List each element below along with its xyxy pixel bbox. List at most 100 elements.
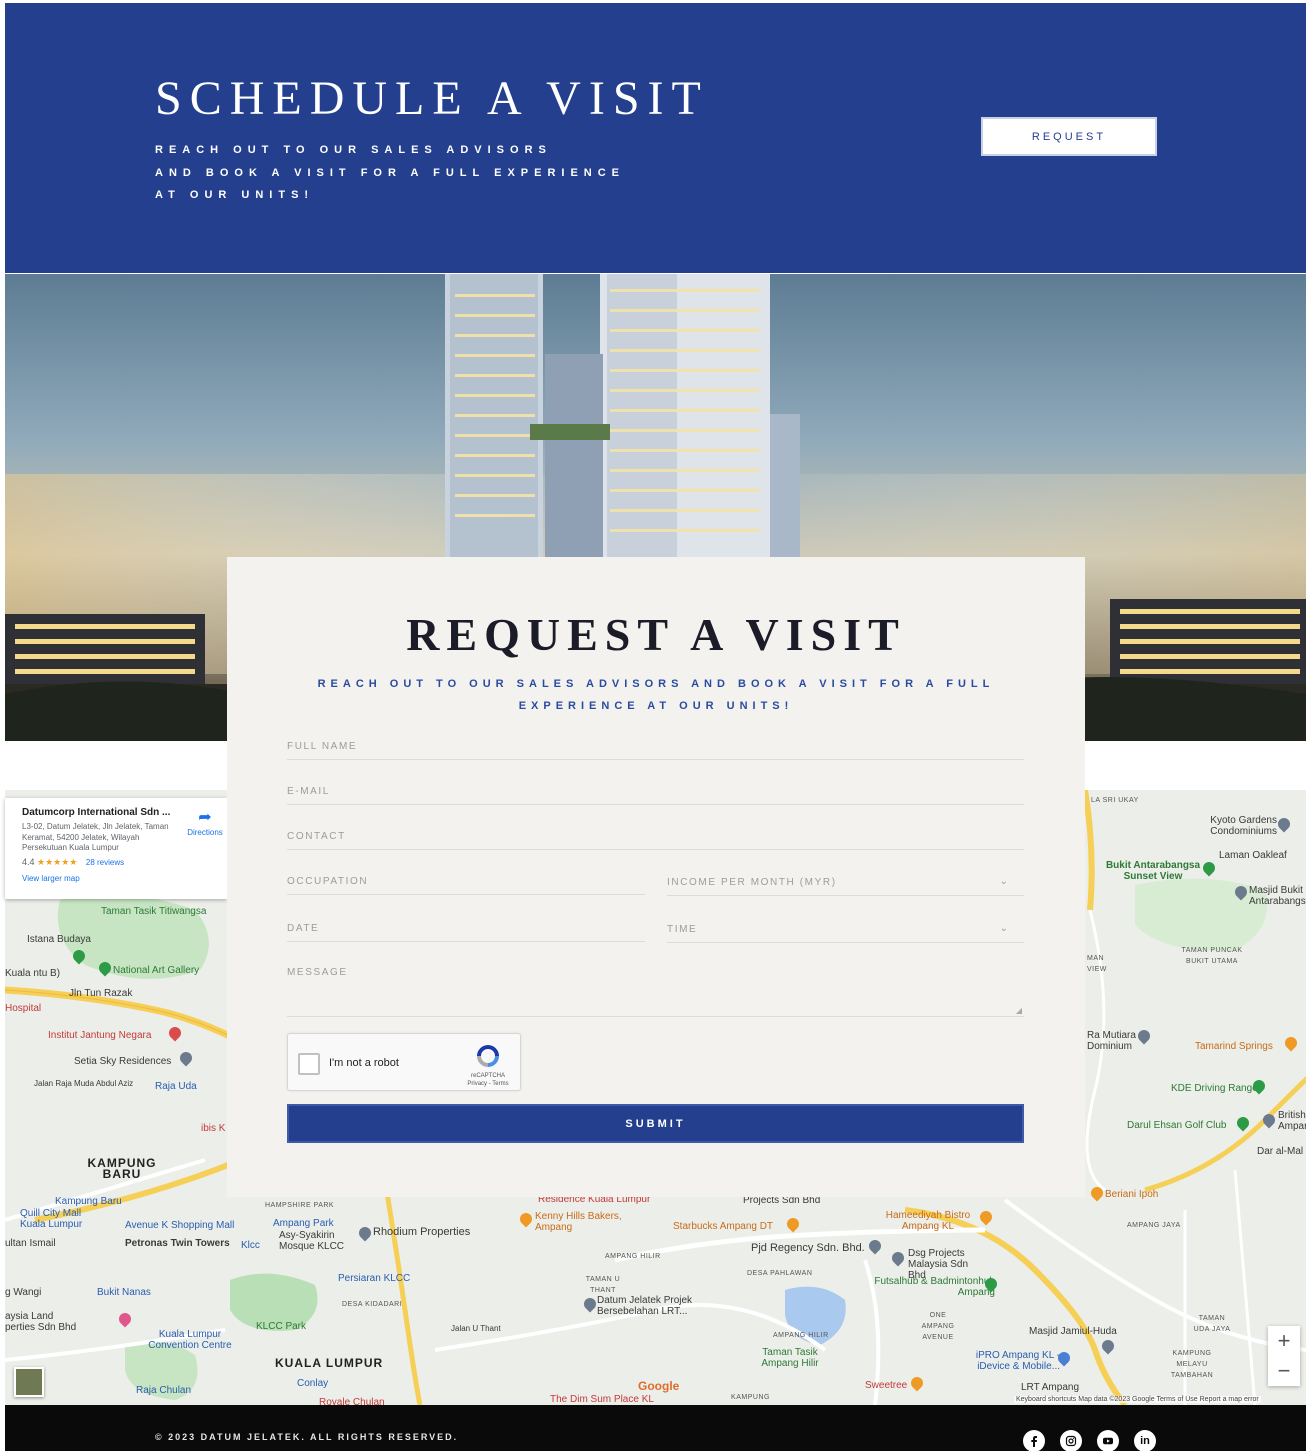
hero-subtitle-line: AND BOOK A VISIT FOR A FULL EXPERIENCE — [155, 166, 626, 179]
request-button[interactable]: REQUEST — [981, 117, 1157, 156]
date-field[interactable]: DATE — [287, 919, 645, 942]
map-label: Masjid Bukit Antarabangsa — [1249, 885, 1306, 907]
hero-subtitle-line: AT OUR UNITS! — [155, 189, 315, 201]
time-placeholder: TIME — [667, 924, 698, 935]
time-select[interactable]: TIME ⌄ — [667, 920, 1024, 943]
map-label: Rhodium Properties — [373, 1226, 471, 1238]
map-label: Taman Tasik Titiwangsa — [101, 906, 207, 917]
map-label: Klcc — [241, 1240, 260, 1251]
linkedin-icon[interactable]: in — [1134, 1430, 1156, 1451]
youtube-icon[interactable] — [1097, 1430, 1119, 1451]
map-attribution[interactable]: Keyboard shortcuts Map data ©2023 Google… — [1014, 1396, 1261, 1403]
map-label: KAMPUNG MELAYU TAMBAHAN — [1170, 1350, 1214, 1379]
map-label: The Dim Sum Place KL — [550, 1394, 654, 1405]
chevron-down-icon: ⌄ — [999, 923, 1008, 934]
youtube-glyph-icon — [1103, 1437, 1113, 1445]
map-label: AMPANG HILIR — [773, 1332, 829, 1339]
map-label: g Wangi — [5, 1287, 42, 1298]
recaptcha-links[interactable]: Privacy - Terms — [458, 1080, 518, 1088]
zoom-in-button[interactable]: + — [1268, 1326, 1300, 1356]
form-subtitle: REACH OUT TO OUR SALES ADVISORS AND BOOK… — [317, 678, 995, 712]
hero-banner: SCHEDULE A VISIT REACH OUT TO OUR SALES … — [5, 3, 1306, 273]
map-label: Sweetree — [865, 1380, 908, 1391]
map-label: aysia Land perties Sdn Bhd — [5, 1311, 77, 1333]
map-label: Kuala ntu B) — [5, 968, 61, 979]
message-textarea[interactable]: MESSAGE ◢ — [287, 963, 1024, 1017]
submit-button[interactable]: SUBMIT — [287, 1104, 1024, 1143]
full-name-field[interactable]: FULL NAME — [287, 737, 1024, 760]
map-label: DESA PAHLAWAN — [747, 1270, 813, 1277]
map-label: ultan Ismail — [5, 1238, 56, 1249]
map-label: KUALA LUMPUR — [275, 1356, 384, 1370]
resize-handle-icon[interactable]: ◢ — [1016, 1006, 1022, 1015]
map-label: Beriani Ipoh — [1105, 1189, 1159, 1200]
map-label: ibis K — [201, 1123, 226, 1134]
place-address: L3-02, Datum Jelatek, Jln Jelatek, Taman… — [22, 822, 169, 852]
map-label: LRT Ampang — [1021, 1382, 1080, 1393]
hero-subtitle: REACH OUT TO OUR SALES ADVISORS AND BOOK… — [155, 139, 625, 207]
satellite-toggle[interactable] — [14, 1367, 44, 1397]
contact-placeholder: CONTACT — [287, 831, 346, 842]
map-label: Royale Chulan — [319, 1397, 385, 1405]
occupation-placeholder: OCCUPATION — [287, 876, 369, 887]
map-label: Hospital — [5, 1003, 42, 1014]
map-label: Futsalhub & Badmintonhub Ampang — [874, 1276, 995, 1298]
email-placeholder: E-MAIL — [287, 786, 330, 797]
recaptcha-widget: I'm not a robot reCAPTCHA Privacy - Term… — [287, 1033, 521, 1091]
map-label: KAMPUNG BARU — [87, 1156, 157, 1181]
copyright-text: © 2023 DATUM JELATEK. ALL RIGHTS RESERVE… — [155, 1432, 459, 1442]
date-placeholder: DATE — [287, 923, 320, 934]
occupation-field[interactable]: OCCUPATION — [287, 872, 645, 895]
map-label: Quill City Mall Kuala Lumpur — [20, 1208, 83, 1230]
map-label: ONE AMPANG AVENUE — [921, 1312, 955, 1341]
map-label: Conlay — [297, 1378, 329, 1389]
request-visit-form: REQUEST A VISIT REACH OUT TO OUR SALES A… — [227, 557, 1085, 1197]
map-label: Asy-Syakirin Mosque KLCC — [279, 1230, 345, 1252]
recaptcha-checkbox[interactable] — [298, 1053, 320, 1075]
recaptcha-label: I'm not a robot — [329, 1057, 399, 1069]
map-label: Hameediyah Bistro Ampang KL — [885, 1210, 971, 1232]
map-label: Kampung Baru — [55, 1196, 122, 1207]
map-label: DESA KIDADARI — [342, 1301, 403, 1308]
site-footer: © 2023 DATUM JELATEK. ALL RIGHTS RESERVE… — [5, 1405, 1306, 1451]
contact-field[interactable]: CONTACT — [287, 827, 1024, 850]
map-label: TAMAN U THANT — [585, 1276, 621, 1294]
map-label: Jalan Raja Muda Abdul Aziz — [34, 1079, 134, 1088]
map-label: Taman Tasik Ampang Hilir — [761, 1347, 819, 1369]
income-placeholder: INCOME PER MONTH (MYR) — [667, 877, 837, 888]
zoom-out-button[interactable]: − — [1268, 1356, 1300, 1386]
map-label: Petronas Twin Towers — [125, 1238, 230, 1249]
place-rating: 4.4 ★★★★★ 28 reviews — [22, 857, 227, 868]
map-place-card: Datumcorp International Sdn ... L3-02, D… — [5, 798, 227, 899]
recaptcha-brand: reCAPTCHA Privacy - Terms — [458, 1072, 518, 1088]
map-label: Avenue K Shopping Mall — [125, 1220, 235, 1231]
map-label: Laman Oakleaf — [1219, 850, 1287, 861]
directions-button[interactable]: ➦ Directions — [183, 809, 227, 838]
map-label: Jalan U Thant — [451, 1324, 501, 1333]
map-label: Persiaran KLCC — [338, 1273, 411, 1284]
directions-icon: ➦ — [198, 809, 212, 826]
directions-label: Directions — [187, 828, 223, 837]
map-label: MAN VIEW — [1087, 955, 1107, 973]
map-label: TAMAN UDA JAYA — [1193, 1315, 1231, 1333]
map-label: KAMPUNG PERWIRA JAYA — [731, 1394, 770, 1401]
income-select[interactable]: INCOME PER MONTH (MYR) ⌄ — [667, 873, 1024, 896]
facebook-glyph-icon — [1031, 1436, 1037, 1447]
map-label: Tamarind Springs — [1195, 1041, 1273, 1052]
rating-stars-icon: ★★★★★ — [37, 856, 78, 867]
full-name-placeholder: FULL NAME — [287, 741, 358, 752]
map-label: British Ampang — [1278, 1110, 1306, 1132]
message-placeholder: MESSAGE — [287, 967, 348, 978]
email-field[interactable]: E-MAIL — [287, 782, 1024, 805]
reviews-link[interactable]: 28 reviews — [86, 858, 124, 867]
form-title: REQUEST A VISIT — [406, 609, 906, 660]
view-larger-map-link[interactable]: View larger map — [22, 874, 227, 883]
map-label: HAMPSHIRE PARK — [265, 1202, 335, 1209]
chevron-down-icon: ⌄ — [999, 876, 1008, 887]
map-label: Kyoto Gardens Condominiums — [1210, 815, 1277, 837]
hero-subtitle-line: REACH OUT TO OUR SALES ADVISORS — [155, 144, 552, 156]
facebook-icon[interactable] — [1023, 1430, 1045, 1451]
hero-title: SCHEDULE A VISIT — [155, 72, 709, 125]
map-label: Darul Ehsan Golf Club — [1127, 1120, 1227, 1131]
instagram-icon[interactable] — [1060, 1430, 1082, 1451]
